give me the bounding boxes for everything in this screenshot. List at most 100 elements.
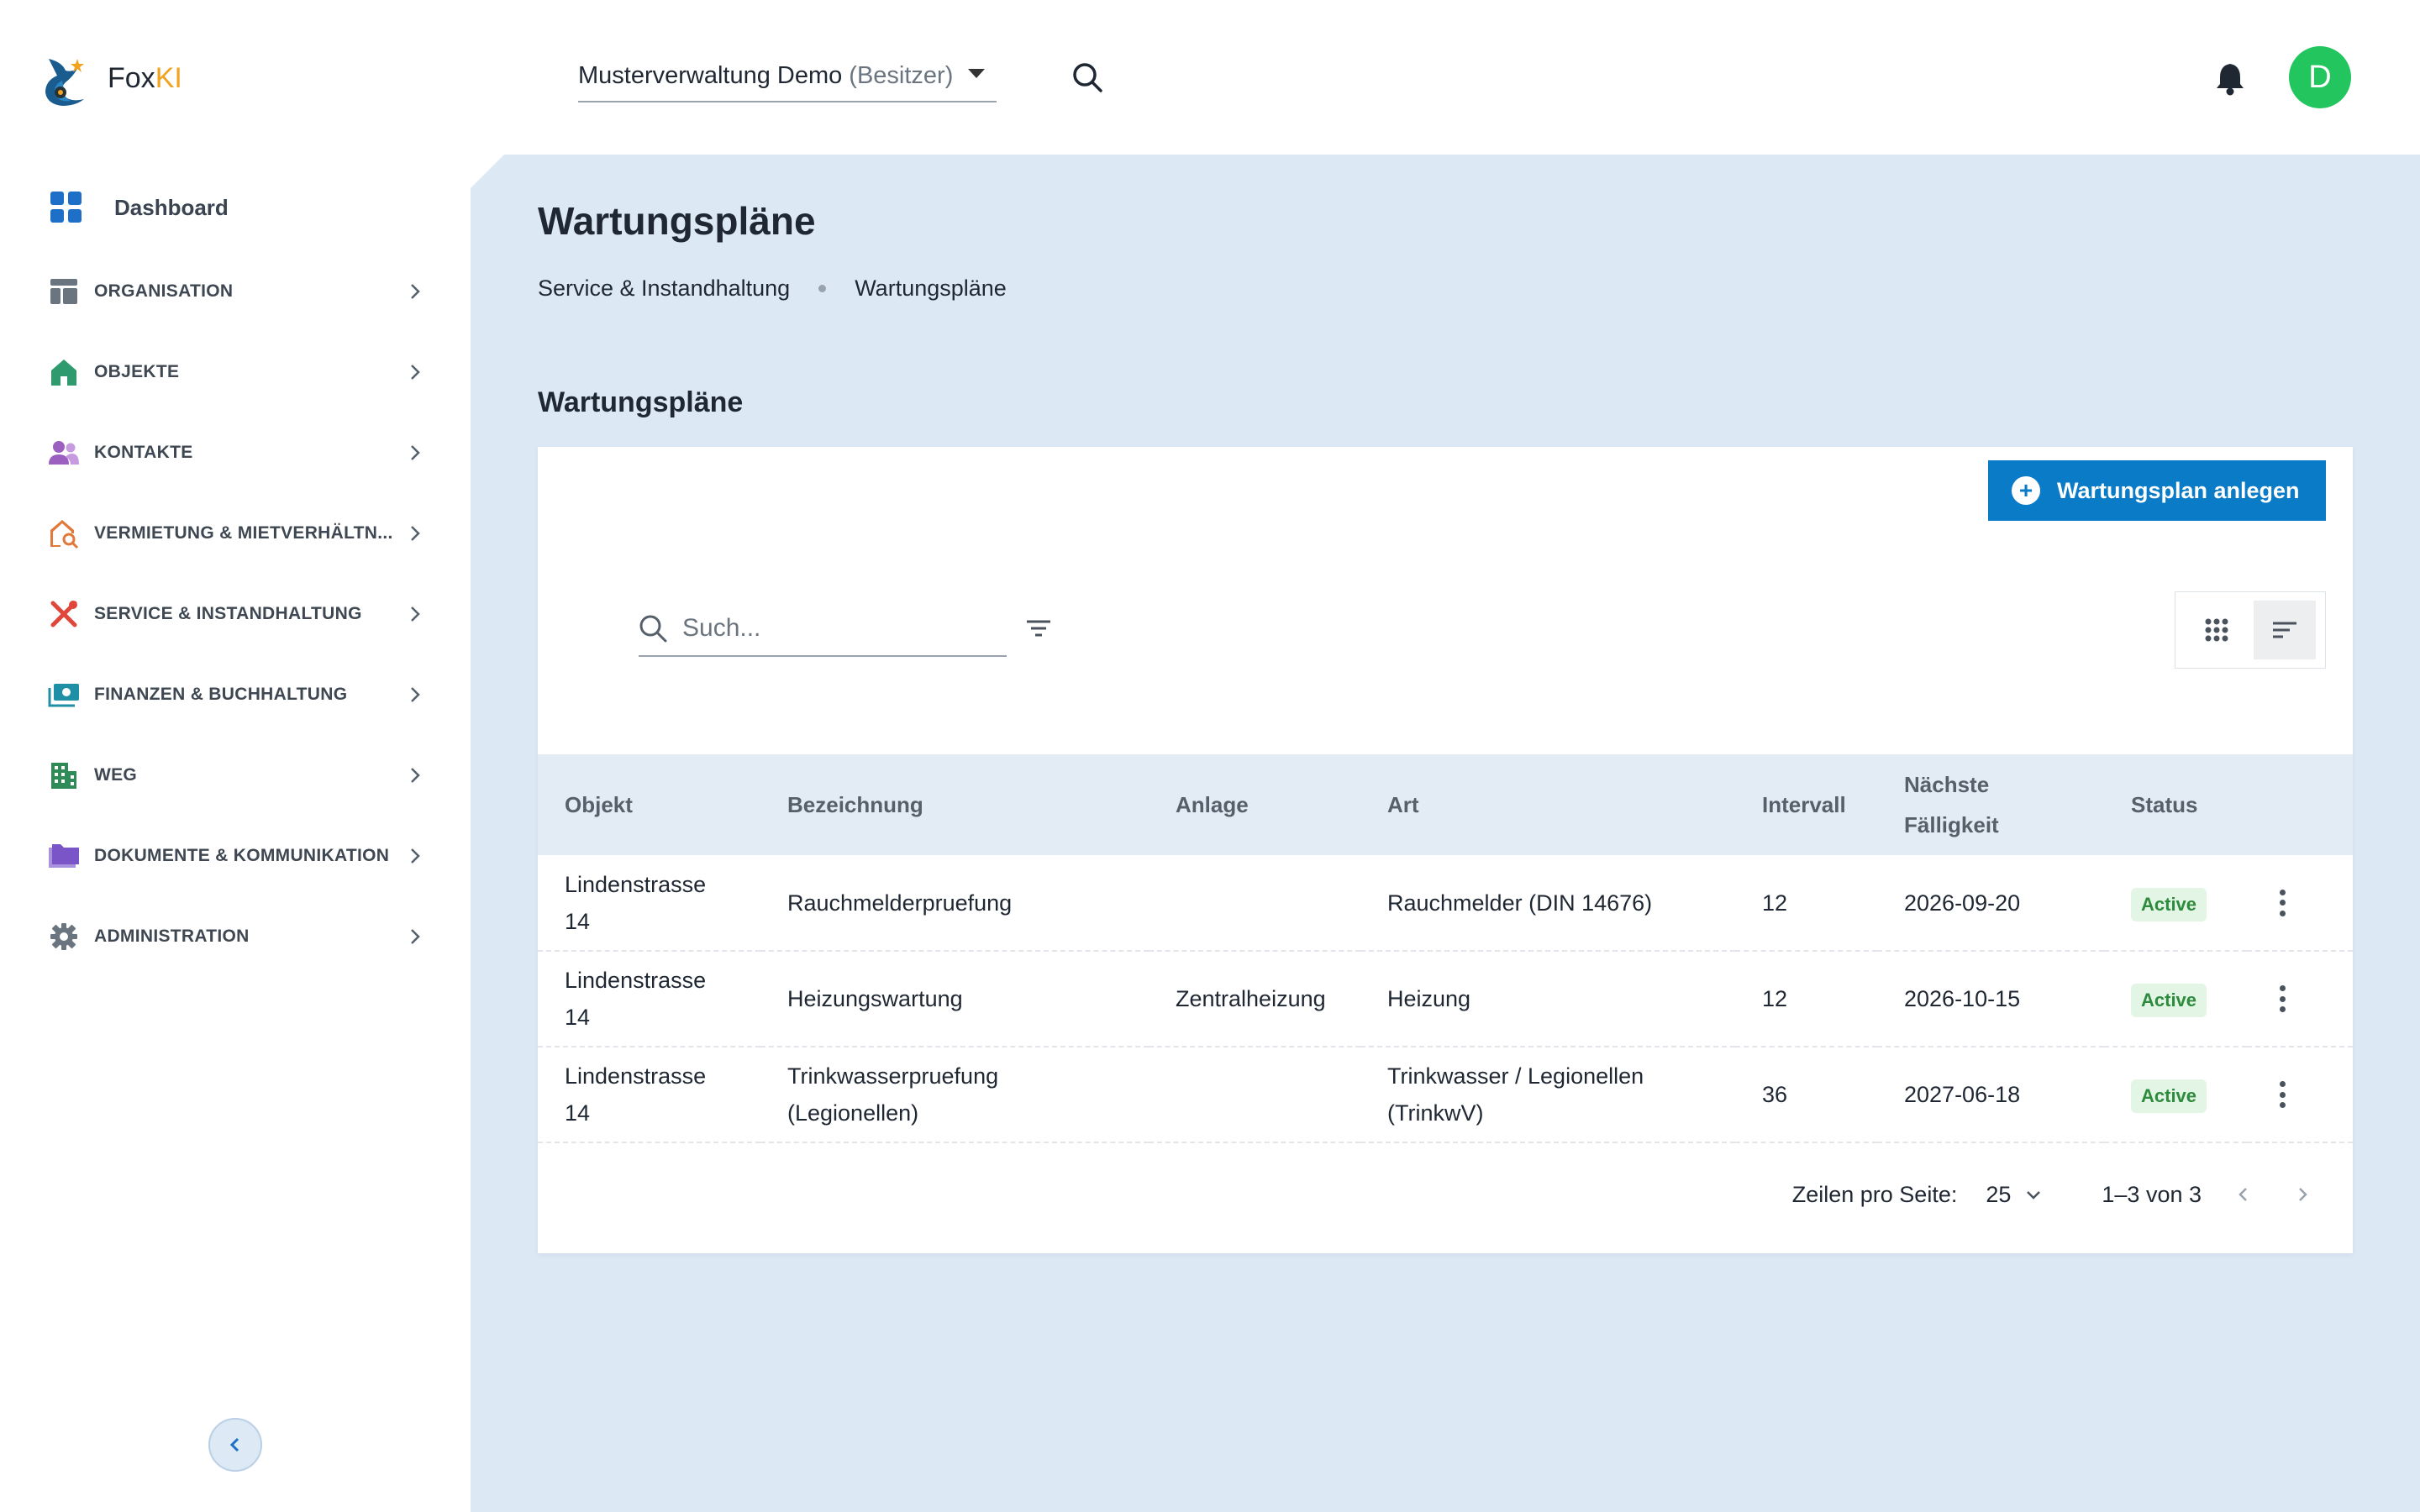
dashboard-grid-icon [50, 192, 82, 223]
sidebar-item-administration[interactable]: ADMINISTRATION [47, 916, 425, 958]
sidebar-item-service[interactable]: SERVICE & INSTANDHALTUNG [47, 593, 425, 635]
sidebar-item-dokumente[interactable]: DOKUMENTE & KOMMUNIKATION [47, 835, 425, 877]
tools-icon [47, 597, 81, 631]
column-header-intervall[interactable]: Intervall [1735, 754, 1877, 855]
chevron-down-icon [2027, 1191, 2041, 1200]
search-field [639, 601, 1007, 657]
apps-grid-icon [2205, 618, 2228, 642]
caret-down-icon [968, 69, 985, 78]
table-row[interactable]: Lindenstrasse 14 Rauchmelderpruefung Rau… [538, 855, 2353, 951]
add-maintenance-plan-button[interactable]: + Wartungsplan anlegen [1988, 460, 2326, 521]
sidebar-item-label: ORGANISATION [94, 281, 234, 301]
sidebar-item-weg[interactable]: WEG [47, 754, 425, 796]
chevron-right-icon [411, 606, 420, 622]
column-header-bezeichnung[interactable]: Bezeichnung [760, 754, 1149, 855]
more-vert-icon[interactable] [2274, 1078, 2291, 1111]
chevron-right-icon [411, 687, 420, 702]
brand-prefix: Fox [108, 62, 155, 94]
cell-intervall: 12 [1762, 986, 1788, 1011]
breadcrumb-separator [818, 285, 827, 292]
gear-icon [47, 920, 81, 953]
sidebar-item-objekte[interactable]: OBJEKTE [47, 351, 425, 393]
sidebar-item-dashboard[interactable]: Dashboard [50, 188, 229, 227]
chevron-right-icon [411, 445, 420, 460]
chevron-right-icon [411, 929, 420, 944]
cell-intervall: 36 [1762, 1082, 1788, 1107]
maintenance-plans-card: + Wartungsplan anlegen Such... Objekt Be… [538, 447, 2353, 1253]
cell-anlage: Zentralheizung [1176, 986, 1326, 1011]
table-row[interactable]: Lindenstrasse 14 Heizungswartung Zentral… [538, 951, 2353, 1047]
cell-bezeichnung: Heizungswartung [787, 986, 963, 1011]
breadcrumb: Service & Instandhaltung Wartungspläne [538, 276, 1007, 302]
bell-icon[interactable] [2213, 60, 2247, 96]
cell-bezeichnung: Trinkwasserpruefung (Legionellen) [787, 1063, 999, 1126]
status-badge: Active [2131, 1079, 2207, 1113]
cell-faelligkeit: 2026-10-15 [1904, 986, 2021, 1011]
cell-intervall: 12 [1762, 890, 1788, 916]
grid-view-button[interactable] [2186, 601, 2248, 659]
sidebar-item-vermietung[interactable]: VERMIETUNG & MIETVERHÄLTN... [47, 512, 425, 554]
sort-list-icon [2272, 622, 2296, 638]
maintenance-plans-table: Objekt Bezeichnung Anlage Art Intervall … [538, 754, 2353, 1143]
main-content: Wartungspläne Service & Instandhaltung W… [471, 155, 2420, 1512]
sidebar-item-organisation[interactable]: ORGANISATION [47, 270, 425, 312]
view-toggle [2175, 591, 2326, 669]
next-page-button[interactable] [2286, 1178, 2319, 1211]
cell-objekt: Lindenstrasse 14 [565, 968, 707, 1030]
column-header-anlage[interactable]: Anlage [1149, 754, 1360, 855]
sidebar-item-kontakte[interactable]: KONTAKTE [47, 432, 425, 474]
brand-name: FoxKI [108, 62, 182, 95]
chevron-left-icon [229, 1437, 239, 1452]
rows-per-page-value: 25 [1986, 1181, 2012, 1207]
cell-anlage [1149, 855, 1360, 951]
cell-anlage [1149, 1047, 1360, 1142]
chevron-left-icon [2238, 1188, 2247, 1201]
org-role: (Besitzer) [849, 61, 954, 89]
more-vert-icon[interactable] [2274, 982, 2291, 1016]
table-row[interactable]: Lindenstrasse 14 Trinkwasserpruefung (Le… [538, 1047, 2353, 1142]
section-title: Wartungspläne [538, 386, 744, 418]
sidebar-item-label: SERVICE & INSTANDHALTUNG [94, 604, 362, 623]
list-view-button[interactable] [2253, 601, 2316, 659]
user-avatar[interactable]: D [2289, 46, 2351, 108]
rows-per-page-select[interactable]: 25 [1986, 1182, 2044, 1208]
chevron-right-icon [411, 284, 420, 299]
status-badge: Active [2131, 984, 2207, 1017]
sidebar: Dashboard ORGANISATION OBJEKTE KONTAKTE … [0, 155, 471, 1512]
layout-icon [47, 275, 81, 308]
building-icon [47, 759, 81, 792]
column-header-status[interactable]: Status [2104, 754, 2247, 855]
organization-select[interactable]: Musterverwaltung Demo (Besitzer) [578, 50, 997, 102]
search-icon [639, 615, 667, 643]
add-button-label: Wartungsplan anlegen [2057, 477, 2300, 503]
breadcrumb-item-current: Wartungspläne [855, 276, 1007, 301]
sidebar-item-label: OBJEKTE [94, 362, 180, 381]
search-icon[interactable] [1071, 60, 1104, 94]
column-header-art[interactable]: Art [1360, 754, 1735, 855]
sidebar-item-finanzen[interactable]: FINANZEN & BUCHHALTUNG [47, 674, 425, 716]
chevron-right-icon [411, 848, 420, 864]
page-title: Wartungspläne [538, 199, 816, 243]
table-header-row: Objekt Bezeichnung Anlage Art Intervall … [538, 754, 2353, 855]
sidebar-collapse-button[interactable] [208, 1418, 262, 1472]
column-header-faelligkeit[interactable]: Nächste Fälligkeit [1877, 754, 2104, 855]
previous-page-button[interactable] [2227, 1178, 2260, 1211]
foxki-logo-icon[interactable] [37, 50, 91, 109]
org-name: Musterverwaltung Demo [578, 61, 843, 89]
filter-icon[interactable] [1022, 612, 1055, 645]
more-vert-icon[interactable] [2274, 886, 2291, 920]
column-header-objekt[interactable]: Objekt [538, 754, 760, 855]
sidebar-item-label: KONTAKTE [94, 443, 193, 462]
app-header: FoxKI Musterverwaltung Demo (Besitzer) D [0, 0, 2420, 155]
chevron-right-icon [2299, 1188, 2307, 1201]
column-header-actions [2247, 754, 2353, 855]
breadcrumb-item-service[interactable]: Service & Instandhaltung [538, 276, 790, 302]
cell-objekt: Lindenstrasse 14 [565, 1063, 707, 1126]
cell-bezeichnung: Rauchmelderpruefung [787, 890, 1013, 916]
cell-art: Trinkwasser / Legionellen (TrinkwV) [1387, 1063, 1644, 1126]
search-input[interactable] [682, 614, 985, 643]
chevron-right-icon [411, 768, 420, 783]
status-badge: Active [2131, 887, 2207, 921]
rows-per-page-label: Zeilen pro Seite: [1791, 1181, 1958, 1207]
home-icon [47, 355, 81, 389]
